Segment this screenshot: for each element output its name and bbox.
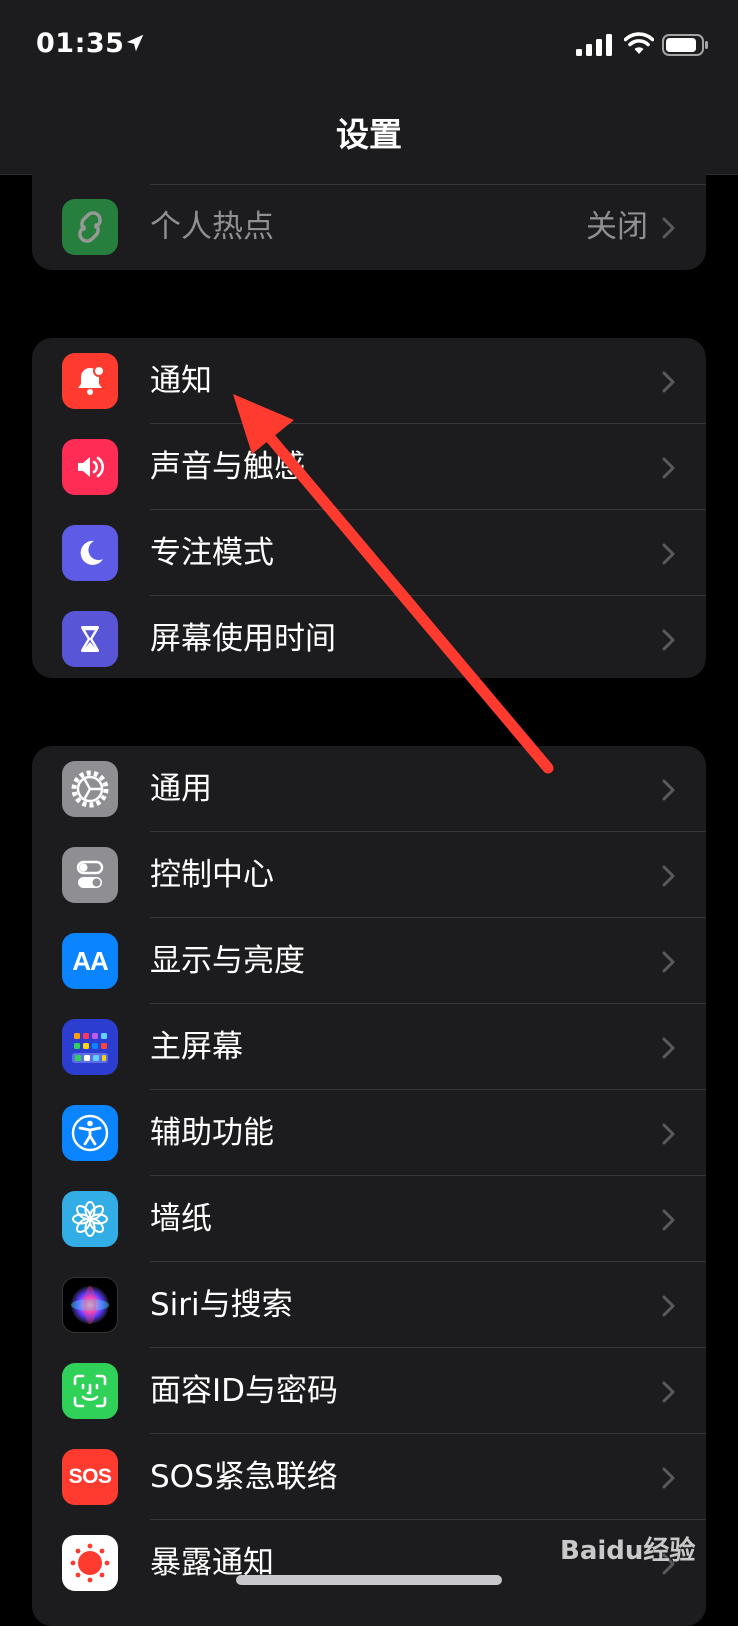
settings-row-label: 控制中心: [150, 857, 274, 893]
chevron-right-icon: [662, 1381, 675, 1403]
settings-row-label: SOS紧急联络: [150, 1459, 338, 1495]
faceid-icon: [62, 1363, 118, 1419]
settings-row-focus[interactable]: 专注模式: [32, 510, 706, 596]
wifi-icon: [624, 32, 654, 54]
chevron-right-icon: [662, 1467, 675, 1489]
flower-icon: [62, 1191, 118, 1247]
settings-row-label: 声音与触感: [150, 449, 305, 485]
settings-row-label: 通用: [150, 771, 212, 807]
settings-row-sounds-haptics[interactable]: 声音与触感: [32, 424, 706, 510]
settings-group-network: 个人热点 关闭: [32, 174, 706, 270]
settings-row-value: 关闭: [586, 209, 648, 245]
page-title: 设置: [336, 115, 402, 154]
settings-row-control-center[interactable]: 控制中心: [32, 832, 706, 918]
navigation-bar: 设置: [0, 100, 738, 175]
settings-row-faceid-passcode[interactable]: 面容ID与密码: [32, 1348, 706, 1434]
settings-row-label: 主屏幕: [150, 1029, 243, 1065]
settings-row-notifications[interactable]: 通知: [32, 338, 706, 424]
cellular-signal-icon: [576, 34, 612, 56]
settings-row-siri-search[interactable]: Siri与搜索: [32, 1262, 706, 1348]
siri-icon: [62, 1277, 118, 1333]
settings-row-label: 暴露通知: [150, 1545, 274, 1581]
watermark-logo: Baidu经验: [560, 1536, 696, 1566]
settings-group-general: 通用 控制中心 AA 显示与亮度 主屏幕 辅助功能 墙纸 Siri与搜索 面容I…: [32, 746, 706, 1626]
chevron-right-icon: [662, 1295, 675, 1317]
settings-row-screen-time[interactable]: 屏幕使用时间: [32, 596, 706, 678]
sos-icon: SOS: [62, 1449, 118, 1505]
hotspot-icon: [62, 199, 118, 255]
settings-row-display-brightness[interactable]: AA 显示与亮度: [32, 918, 706, 1004]
settings-row-general[interactable]: 通用: [32, 746, 706, 832]
settings-row-wallpaper[interactable]: 墙纸: [32, 1176, 706, 1262]
settings-row-emergency-sos[interactable]: SOS SOS紧急联络: [32, 1434, 706, 1520]
settings-row-label: Siri与搜索: [150, 1287, 293, 1323]
notifications-bell-icon: [62, 353, 118, 409]
chevron-right-icon: [662, 217, 675, 239]
sos-icon-label: SOS: [68, 1465, 112, 1488]
text-size-icon-label: AA: [72, 945, 109, 976]
speaker-icon: [62, 439, 118, 495]
settings-group-notifications: 通知 声音与触感 专注模式 屏幕使用时间: [32, 338, 706, 678]
status-time: 01:35: [36, 28, 125, 59]
chevron-right-icon: [662, 865, 675, 887]
hourglass-icon: [62, 611, 118, 667]
home-indicator[interactable]: [236, 1575, 502, 1585]
gear-icon: [62, 761, 118, 817]
chevron-right-icon: [662, 951, 675, 973]
status-bar: 01:35: [0, 0, 738, 100]
settings-row-accessibility[interactable]: 辅助功能: [32, 1090, 706, 1176]
exposure-notification-icon: [62, 1535, 118, 1591]
toggles-icon: [62, 847, 118, 903]
settings-row-label: 专注模式: [150, 535, 274, 571]
battery-icon: [662, 34, 708, 56]
chevron-right-icon: [662, 1209, 675, 1231]
home-screen-grid-icon: [62, 1019, 118, 1075]
chevron-right-icon: [662, 457, 675, 479]
settings-row-label: 通知: [150, 363, 212, 399]
settings-row-label: 个人热点: [150, 209, 274, 245]
chevron-right-icon: [662, 779, 675, 801]
settings-row-home-screen[interactable]: 主屏幕: [32, 1004, 706, 1090]
chevron-right-icon: [662, 371, 675, 393]
moon-icon: [62, 525, 118, 581]
settings-row-label: 墙纸: [150, 1201, 212, 1237]
chevron-right-icon: [662, 1123, 675, 1145]
chevron-right-icon: [662, 1037, 675, 1059]
settings-row-personal-hotspot[interactable]: 个人热点 关闭: [32, 184, 706, 270]
settings-row-label: 屏幕使用时间: [150, 621, 336, 657]
chevron-right-icon: [662, 543, 675, 565]
accessibility-icon: [62, 1105, 118, 1161]
settings-row-label: 显示与亮度: [150, 943, 305, 979]
settings-row-label: 面容ID与密码: [150, 1373, 339, 1409]
text-size-icon: AA: [62, 933, 118, 989]
chevron-right-icon: [662, 629, 675, 651]
settings-row-label: 辅助功能: [150, 1115, 274, 1151]
location-arrow-icon: [126, 34, 144, 52]
